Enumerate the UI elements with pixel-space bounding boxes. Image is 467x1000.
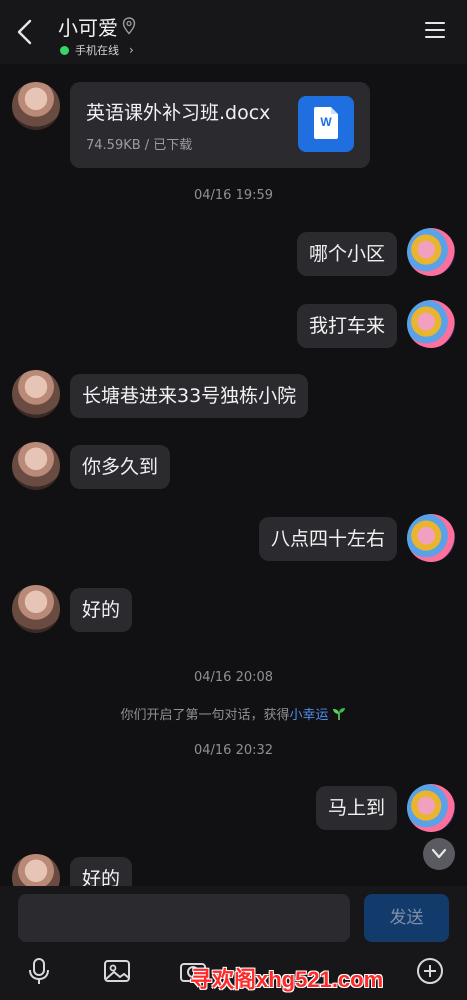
contact-avatar[interactable] (12, 442, 60, 490)
system-notice: 你们开启了第一句对话，获得小幸运 (0, 704, 467, 723)
word-letter: W (320, 115, 332, 129)
timestamp: 04/16 20:08 (193, 670, 274, 685)
hamburger-menu-icon[interactable] (425, 22, 445, 40)
message-bubble[interactable]: 好的 (70, 857, 133, 886)
location-pin-icon (122, 17, 136, 35)
my-avatar[interactable] (407, 514, 455, 562)
my-avatar[interactable] (407, 228, 455, 276)
scroll-to-bottom-button[interactable] (423, 838, 455, 870)
contact-avatar[interactable] (12, 854, 60, 886)
message-bubble[interactable]: 哪个小区 (296, 232, 397, 276)
timestamp: 04/16 19:59 (193, 188, 274, 203)
file-name: 英语课外补习班.docx (86, 102, 271, 124)
my-avatar[interactable] (407, 784, 455, 832)
image-icon[interactable] (102, 956, 132, 986)
online-status[interactable]: 手机在线 › (60, 42, 134, 58)
message-bubble[interactable]: 长塘巷进来33号独栋小院 (70, 374, 309, 418)
word-doc-icon: W (298, 96, 354, 152)
timestamp: 04/16 20:32 (193, 743, 274, 758)
message-bubble[interactable]: 你多久到 (70, 445, 171, 489)
message-input[interactable] (18, 894, 350, 942)
send-button[interactable]: 发送 (364, 894, 449, 942)
back-arrow-icon[interactable] (14, 18, 36, 46)
status-text: 手机在线 (75, 44, 119, 57)
file-message[interactable]: 英语课外补习班.docx 74.59KB / 已下载 W (70, 82, 370, 168)
sprout-icon (331, 707, 347, 721)
contact-avatar[interactable] (12, 370, 60, 418)
lucky-link[interactable]: 小幸运 (290, 708, 329, 723)
message-bubble[interactable]: 好的 (70, 588, 133, 632)
system-notice-text: 你们开启了第一句对话，获得 (120, 708, 290, 723)
chevron-right-icon: › (129, 43, 134, 57)
message-bubble[interactable]: 我打车来 (296, 304, 397, 348)
microphone-icon[interactable] (24, 956, 54, 986)
file-meta: 74.59KB / 已下载 (86, 138, 193, 153)
contact-avatar[interactable] (12, 82, 60, 130)
online-dot-icon (60, 45, 69, 55)
message-bubble[interactable]: 马上到 (315, 786, 397, 830)
contact-name[interactable]: 小可爱 (58, 12, 118, 41)
add-icon[interactable] (415, 956, 445, 986)
watermark-text: 寻欢阁xhg521.com (190, 967, 384, 992)
my-avatar[interactable] (407, 300, 455, 348)
chevron-down-icon (431, 848, 447, 859)
contact-avatar[interactable] (12, 585, 60, 633)
chat-header: 小可爱 手机在线 › (0, 0, 467, 64)
message-bubble[interactable]: 八点四十左右 (258, 517, 397, 561)
chat-area[interactable]: 英语课外补习班.docx 74.59KB / 已下载 W 04/16 19:59… (0, 64, 467, 886)
